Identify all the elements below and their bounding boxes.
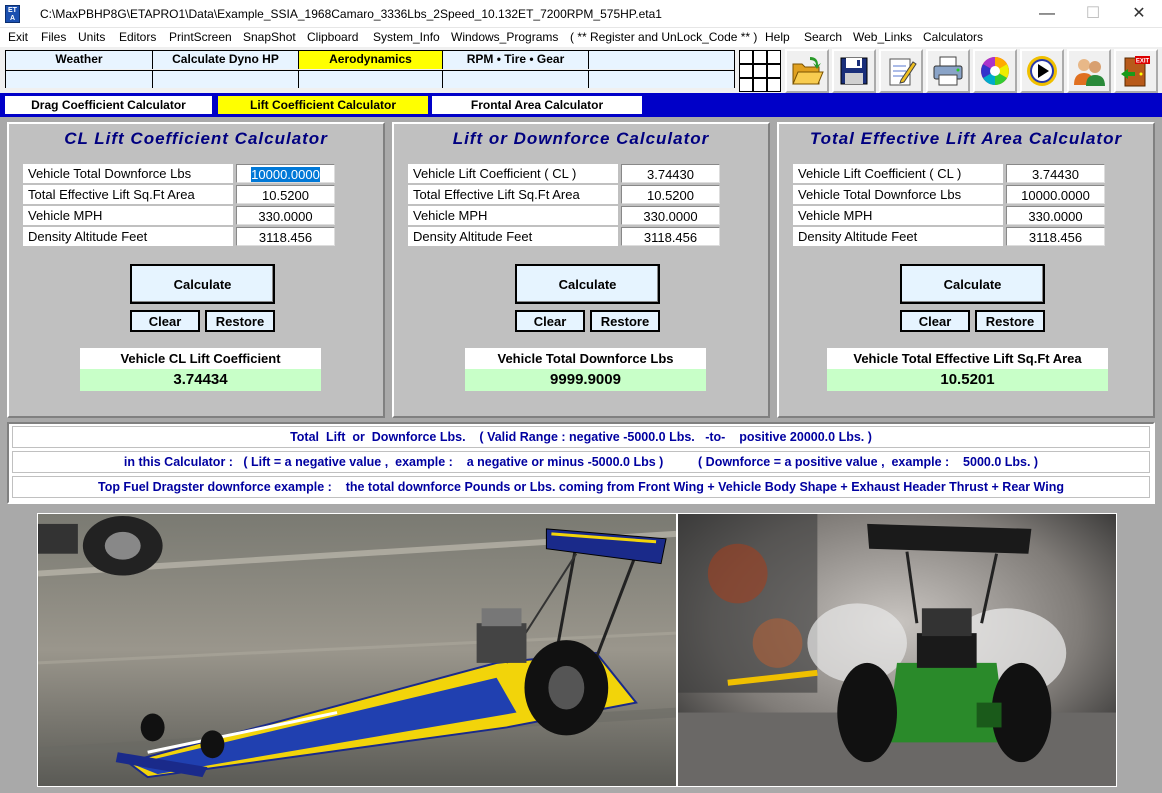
restore-button[interactable]: Restore <box>590 310 660 332</box>
result-value: 10.5201 <box>827 369 1108 391</box>
minimize-button[interactable]: — <box>1024 0 1070 28</box>
clear-button[interactable]: Clear <box>900 310 970 332</box>
title-bar: ET A C:\MaxPBHP8G\ETAPRO1\Data\Example_S… <box>0 0 1162 28</box>
menu-calculators[interactable]: Calculators <box>923 30 983 44</box>
field-label: Vehicle Total Downforce Lbs <box>793 185 1003 204</box>
menu-help[interactable]: Help <box>765 30 790 44</box>
exit-door-icon[interactable]: EXIT <box>1114 49 1158 93</box>
menu-files[interactable]: Files <box>41 30 66 44</box>
menu-web-links[interactable]: Web_Links <box>853 30 912 44</box>
density-altitude-input[interactable]: 3118.456 <box>1006 227 1105 246</box>
tab-frontal-area[interactable]: Frontal Area Calculator <box>432 96 642 114</box>
main-area: CL Lift Coefficient Calculator Vehicle T… <box>0 117 1162 793</box>
clear-button[interactable]: Clear <box>130 310 200 332</box>
field-label: Total Effective Lift Sq.Ft Area <box>408 185 618 204</box>
save-disk-icon[interactable] <box>832 49 876 93</box>
menu-exit[interactable]: Exit <box>8 30 28 44</box>
restore-button[interactable]: Restore <box>975 310 1045 332</box>
calculate-button[interactable]: Calculate <box>130 264 275 304</box>
clear-button[interactable]: Clear <box>515 310 585 332</box>
restore-button[interactable]: Restore <box>205 310 275 332</box>
folder-open-icon[interactable] <box>785 49 829 93</box>
lift-coefficient-input[interactable]: 3.74430 <box>621 164 720 183</box>
menu-snapshot[interactable]: SnapShot <box>243 30 296 44</box>
tab-weather[interactable]: Weather <box>6 51 153 69</box>
tab-calculate-dyno-hp[interactable]: Calculate Dyno HP <box>153 51 299 69</box>
panel-title: Total Effective Lift Area Calculator <box>809 129 1123 148</box>
cl-lift-coefficient-panel: CL Lift Coefficient Calculator Vehicle T… <box>7 122 385 418</box>
mph-input[interactable]: 330.0000 <box>1006 206 1105 225</box>
field-label: Vehicle MPH <box>408 206 618 225</box>
maximize-button[interactable]: ☐ <box>1070 0 1116 28</box>
lift-area-panel: Total Effective Lift Area Calculator Veh… <box>777 122 1155 418</box>
result-label: Vehicle CL Lift Coefficient <box>80 348 321 369</box>
window-title: C:\MaxPBHP8G\ETAPRO1\Data\Example_SSIA_1… <box>40 7 662 21</box>
menu-printscreen[interactable]: PrintScreen <box>169 30 232 44</box>
tab-row2-cell[interactable] <box>589 70 734 88</box>
grid-menu-icon[interactable] <box>739 50 781 92</box>
tab-drag-coefficient[interactable]: Drag Coefficient Calculator <box>5 96 212 114</box>
color-wheel-icon[interactable] <box>973 49 1017 93</box>
result-label: Vehicle Total Effective Lift Sq.Ft Area <box>827 348 1108 369</box>
menu-search[interactable]: Search <box>804 30 842 44</box>
field-label: Vehicle MPH <box>23 206 233 225</box>
mph-input[interactable]: 330.0000 <box>236 206 335 225</box>
field-label: Density Altitude Feet <box>23 227 233 246</box>
lift-area-input[interactable]: 10.5200 <box>621 185 720 204</box>
field-label: Density Altitude Feet <box>408 227 618 246</box>
printer-icon[interactable] <box>926 49 970 93</box>
panel-title: Lift or Downforce Calculator <box>452 129 710 148</box>
tab-rpm-tire-gear[interactable]: RPM • Tire • Gear <box>443 51 589 69</box>
close-button[interactable]: ✕ <box>1116 0 1162 28</box>
tab-aerodynamics[interactable]: Aerodynamics <box>299 51 443 69</box>
menu-editors[interactable]: Editors <box>119 30 156 44</box>
panel-title: CL Lift Coefficient Calculator <box>64 129 328 148</box>
calculator-tab-bar: Drag Coefficient Calculator Lift Coeffic… <box>0 93 1162 117</box>
field-label: Vehicle Lift Coefficient ( CL ) <box>408 164 618 183</box>
menu-bar: Exit Files Units Editors PrintScreen Sna… <box>0 28 1162 47</box>
tab-row2-cell[interactable] <box>443 70 589 88</box>
svg-text:EXIT: EXIT <box>1136 59 1150 65</box>
field-label: Vehicle Total Downforce Lbs <box>23 164 233 183</box>
calculate-button[interactable]: Calculate <box>515 264 660 304</box>
calculate-button[interactable]: Calculate <box>900 264 1045 304</box>
tab-blank[interactable] <box>589 51 734 69</box>
play-media-icon[interactable] <box>1020 49 1064 93</box>
result-value: 9999.9009 <box>465 369 706 391</box>
field-label: Density Altitude Feet <box>793 227 1003 246</box>
info-line-dragster-example: Top Fuel Dragster downforce example : th… <box>12 476 1150 498</box>
dragster-photo-right <box>677 513 1117 787</box>
info-line-lift-downforce: in this Calculator : ( Lift = a negative… <box>12 451 1150 473</box>
tab-row2-cell[interactable] <box>153 70 299 88</box>
mph-input[interactable]: 330.0000 <box>621 206 720 225</box>
lift-area-input[interactable]: 10.5200 <box>236 185 335 204</box>
lift-coefficient-input[interactable]: 3.74430 <box>1006 164 1105 183</box>
menu-windows-programs[interactable]: Windows_Programs <box>451 30 558 44</box>
lift-downforce-panel: Lift or Downforce Calculator Vehicle Lif… <box>392 122 770 418</box>
result-label: Vehicle Total Downforce Lbs <box>465 348 706 369</box>
notepad-edit-icon[interactable] <box>879 49 923 93</box>
users-icon[interactable] <box>1067 49 1111 93</box>
menu-system-info[interactable]: System_Info <box>373 30 440 44</box>
info-box: Total Lift or Downforce Lbs. ( Valid Ran… <box>7 422 1155 504</box>
downforce-input[interactable]: 10000.0000 <box>1006 185 1105 204</box>
dragster-photo-left <box>37 513 677 787</box>
field-label: Vehicle MPH <box>793 206 1003 225</box>
downforce-input[interactable]: 10000.0000 <box>236 164 335 183</box>
field-label: Vehicle Lift Coefficient ( CL ) <box>793 164 1003 183</box>
app-icon: ET A <box>5 5 20 23</box>
field-label: Total Effective Lift Sq.Ft Area <box>23 185 233 204</box>
info-line-valid-range: Total Lift or Downforce Lbs. ( Valid Ran… <box>12 426 1150 448</box>
tab-row2-cell[interactable] <box>299 70 443 88</box>
top-tab-strip: Weather Calculate Dyno HP Aerodynamics R… <box>5 50 735 88</box>
tab-row2-cell[interactable] <box>6 70 153 88</box>
menu-register-unlock[interactable]: ( ** Register and UnLock_Code ** ) <box>570 30 757 44</box>
density-altitude-input[interactable]: 3118.456 <box>236 227 335 246</box>
result-value: 3.74434 <box>80 369 321 391</box>
tab-lift-coefficient[interactable]: Lift Coefficient Calculator <box>218 96 428 114</box>
density-altitude-input[interactable]: 3118.456 <box>621 227 720 246</box>
menu-units[interactable]: Units <box>78 30 105 44</box>
menu-clipboard[interactable]: Clipboard <box>307 30 358 44</box>
